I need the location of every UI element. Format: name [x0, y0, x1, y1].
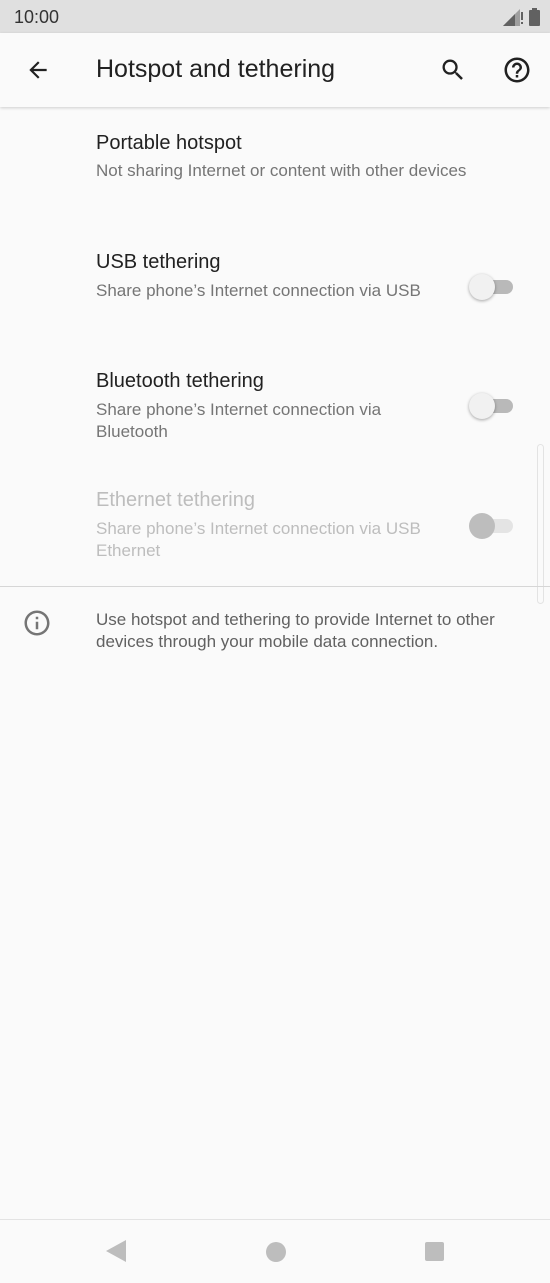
- pref-summary: Share phone’s Internet connection via US…: [96, 519, 421, 560]
- arrow-back-icon: [29, 61, 47, 79]
- back-button[interactable]: [16, 48, 60, 92]
- info-icon: [24, 610, 50, 636]
- search-icon: [442, 59, 463, 80]
- pref-title: Bluetooth tethering: [96, 370, 264, 392]
- pref-summary: Not sharing Internet or content with oth…: [96, 161, 467, 180]
- page-title: Hotspot and tethering: [96, 55, 336, 83]
- navigation-bar: [0, 1219, 550, 1283]
- help-circle-icon: [504, 57, 530, 83]
- pref-summary: Share phone’s Internet connection via Bl…: [96, 400, 382, 441]
- divider: [0, 586, 550, 587]
- pref-title: Ethernet tethering: [96, 489, 255, 511]
- status-bar: 10:00: [0, 0, 550, 33]
- bluetooth-tethering-switch[interactable]: [469, 391, 515, 421]
- nav-home-circle-icon[interactable]: [266, 1242, 286, 1262]
- ethernet-tethering-item: Ethernet tethering Share phone’s Interne…: [0, 475, 536, 579]
- bluetooth-tethering-item[interactable]: Bluetooth tethering Share phone’s Intern…: [0, 356, 536, 460]
- nav-back-triangle-icon[interactable]: [106, 1240, 126, 1262]
- status-icons: [503, 8, 540, 26]
- ethernet-tethering-switch: [469, 511, 515, 541]
- signal-icon: [503, 9, 523, 26]
- battery-icon: [529, 8, 540, 26]
- switch-thumb: [469, 393, 495, 419]
- portable-hotspot-item[interactable]: Portable hotspot Not sharing Internet or…: [0, 107, 536, 217]
- search-button[interactable]: [431, 48, 475, 92]
- pref-title: USB tethering: [96, 251, 221, 273]
- usb-tethering-item[interactable]: USB tethering Share phone’s Internet con…: [0, 237, 536, 341]
- help-button[interactable]: [495, 48, 539, 92]
- screen: 10:00 Hotspot and tethering Portable hot…: [0, 0, 550, 1283]
- switch-thumb: [469, 274, 495, 300]
- switch-thumb: [469, 513, 495, 539]
- nav-recents-square-icon[interactable]: [425, 1242, 444, 1261]
- status-time: 10:00: [14, 7, 60, 27]
- footer-description: Use hotspot and tethering to provide Int…: [96, 610, 495, 651]
- pref-title: Portable hotspot: [96, 132, 242, 154]
- app-bar: Hotspot and tethering: [0, 33, 550, 107]
- usb-tethering-switch[interactable]: [469, 272, 515, 302]
- scrollbar[interactable]: [537, 444, 544, 604]
- pref-summary: Share phone’s Internet connection via US…: [96, 281, 421, 300]
